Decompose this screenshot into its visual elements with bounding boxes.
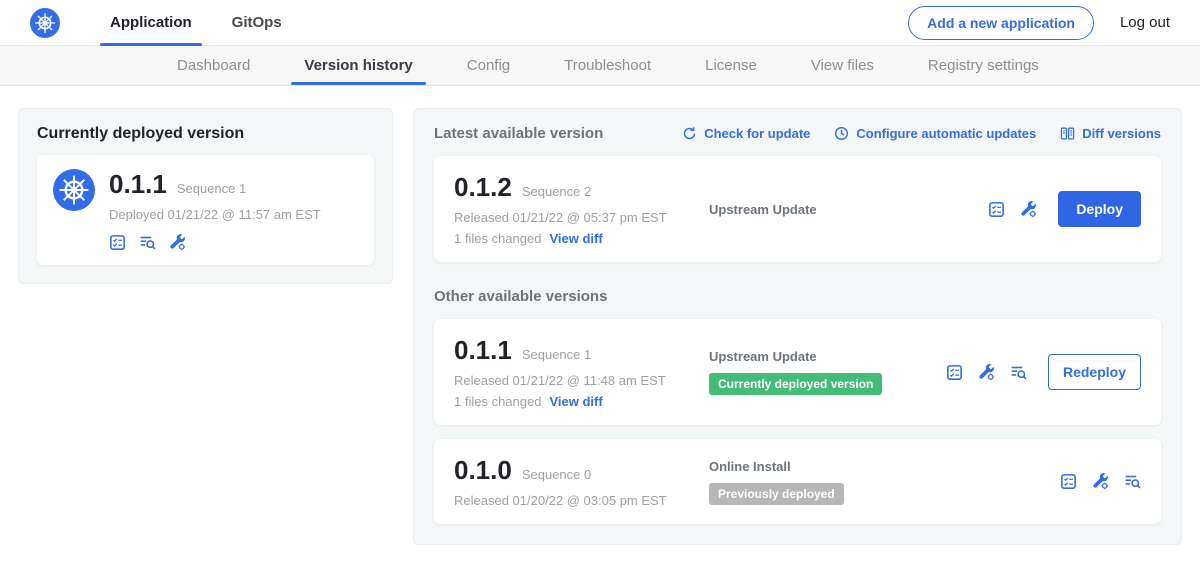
released-timestamp: Released 01/21/22 @ 11:48 am EST xyxy=(454,373,709,388)
kubernetes-logo-icon xyxy=(53,169,95,211)
subnav-view-files[interactable]: View files xyxy=(784,46,901,85)
source-label: Upstream Update xyxy=(709,349,946,364)
version-actions: Check for update Configure automatic upd… xyxy=(682,126,1161,141)
logout-link[interactable]: Log out xyxy=(1120,14,1170,31)
version-history-card: Latest available version Check for updat… xyxy=(413,108,1182,545)
release-notes-icon[interactable] xyxy=(946,364,963,381)
app-root: Application GitOps Add a new application… xyxy=(0,0,1200,564)
subnav-license[interactable]: License xyxy=(678,46,784,85)
version-line: 0.1.0 Sequence 0 xyxy=(454,455,709,486)
version-row-0-1-1: 0.1.1 Sequence 1 Released 01/21/22 @ 11:… xyxy=(434,319,1161,425)
release-notes-icon[interactable] xyxy=(988,201,1005,218)
check-for-update-label: Check for update xyxy=(704,126,810,141)
files-changed-label: 1 files changed xyxy=(454,394,541,409)
check-for-update-link[interactable]: Check for update xyxy=(682,126,810,141)
config-wrench-icon[interactable] xyxy=(169,234,186,251)
deployed-card-title: Currently deployed version xyxy=(37,125,374,143)
release-notes-icon[interactable] xyxy=(109,234,126,251)
versions-card-header: Latest available version Check for updat… xyxy=(434,125,1161,142)
view-diff-icon[interactable] xyxy=(1010,364,1027,381)
version-number: 0.1.0 xyxy=(454,455,512,486)
release-notes-icon[interactable] xyxy=(1060,473,1077,490)
source-label: Online Install xyxy=(709,459,1060,474)
top-header: Application GitOps Add a new application… xyxy=(0,0,1200,46)
view-diff-icon[interactable] xyxy=(1124,473,1141,490)
configure-automatic-updates-label: Configure automatic updates xyxy=(856,126,1036,141)
version-row-0-1-2: 0.1.2 Sequence 2 Released 01/21/22 @ 05:… xyxy=(434,156,1161,262)
version-line: 0.1.1 Sequence 1 xyxy=(454,335,709,366)
view-diff-icon[interactable] xyxy=(139,234,156,251)
other-versions-title: Other available versions xyxy=(434,288,1161,305)
released-timestamp: Released 01/20/22 @ 03:05 pm EST xyxy=(454,493,709,508)
status-badge-currently-deployed: Currently deployed version xyxy=(709,373,882,395)
version-source: Upstream Update Currently deployed versi… xyxy=(709,349,946,395)
version-info: 0.1.0 Sequence 0 Released 01/20/22 @ 03:… xyxy=(454,455,709,508)
diff-versions-label: Diff versions xyxy=(1082,126,1161,141)
top-header-right: Add a new application Log out xyxy=(908,0,1170,45)
top-header-left: Application GitOps xyxy=(30,0,302,45)
refresh-icon xyxy=(682,126,697,141)
add-application-button[interactable]: Add a new application xyxy=(908,6,1094,40)
version-source: Online Install Previously deployed xyxy=(709,459,1060,505)
deployed-version-line: 0.1.1 Sequence 1 xyxy=(109,169,321,200)
subnav-version-history[interactable]: Version history xyxy=(277,46,439,85)
released-timestamp: Released 01/21/22 @ 05:37 pm EST xyxy=(454,210,709,225)
tab-gitops[interactable]: GitOps xyxy=(212,0,302,46)
kubernetes-logo-icon xyxy=(30,8,60,38)
source-label: Upstream Update xyxy=(709,202,988,217)
deployed-timestamp: Deployed 01/21/22 @ 11:57 am EST xyxy=(109,207,321,222)
tab-application-label: Application xyxy=(110,14,192,31)
tab-application[interactable]: Application xyxy=(90,0,212,46)
files-changed-line: 1 files changed View diff xyxy=(454,231,709,246)
latest-version-title: Latest available version xyxy=(434,125,603,142)
redeploy-button[interactable]: Redeploy xyxy=(1048,354,1141,390)
deploy-button[interactable]: Deploy xyxy=(1058,191,1141,227)
version-line: 0.1.2 Sequence 2 xyxy=(454,172,709,203)
status-badge-previously-deployed: Previously deployed xyxy=(709,483,844,505)
files-changed-line: 1 files changed View diff xyxy=(454,394,709,409)
deployed-icon-row xyxy=(109,234,321,251)
app-subnav: Dashboard Version history Config Trouble… xyxy=(0,46,1200,86)
config-wrench-icon[interactable] xyxy=(978,364,995,381)
view-diff-link[interactable]: View diff xyxy=(549,231,602,246)
subnav-registry-settings[interactable]: Registry settings xyxy=(901,46,1066,85)
subnav-troubleshoot[interactable]: Troubleshoot xyxy=(537,46,678,85)
clock-icon xyxy=(834,126,849,141)
files-changed-label: 1 files changed xyxy=(454,231,541,246)
deployed-version-card: 0.1.1 Sequence 1 Deployed 01/21/22 @ 11:… xyxy=(37,155,374,265)
deployed-sequence-label: Sequence 1 xyxy=(177,181,246,196)
view-diff-link[interactable]: View diff xyxy=(549,394,602,409)
version-info: 0.1.2 Sequence 2 Released 01/21/22 @ 05:… xyxy=(454,172,709,246)
top-tabs: Application GitOps xyxy=(90,0,302,46)
currently-deployed-card: Currently deployed version 0.1.1 Sequenc… xyxy=(18,108,393,284)
config-wrench-icon[interactable] xyxy=(1092,473,1109,490)
configure-automatic-updates-link[interactable]: Configure automatic updates xyxy=(834,126,1036,141)
version-actions: Deploy xyxy=(988,191,1141,227)
version-source: Upstream Update xyxy=(709,202,988,217)
tab-gitops-label: GitOps xyxy=(232,14,282,31)
config-wrench-icon[interactable] xyxy=(1020,201,1037,218)
main-content: Currently deployed version 0.1.1 Sequenc… xyxy=(0,86,1200,567)
subnav-dashboard[interactable]: Dashboard xyxy=(150,46,277,85)
deployed-version-info: 0.1.1 Sequence 1 Deployed 01/21/22 @ 11:… xyxy=(109,169,321,251)
deployed-version-number: 0.1.1 xyxy=(109,169,167,200)
subnav-config[interactable]: Config xyxy=(440,46,537,85)
sequence-label: Sequence 0 xyxy=(522,467,591,482)
diff-versions-link[interactable]: Diff versions xyxy=(1060,126,1161,141)
version-actions: Redeploy xyxy=(946,354,1141,390)
version-row-0-1-0: 0.1.0 Sequence 0 Released 01/20/22 @ 03:… xyxy=(434,439,1161,524)
sequence-label: Sequence 2 xyxy=(522,184,591,199)
diff-columns-icon xyxy=(1060,126,1075,141)
version-info: 0.1.1 Sequence 1 Released 01/21/22 @ 11:… xyxy=(454,335,709,409)
version-number: 0.1.1 xyxy=(454,335,512,366)
version-number: 0.1.2 xyxy=(454,172,512,203)
sequence-label: Sequence 1 xyxy=(522,347,591,362)
version-actions xyxy=(1060,473,1141,490)
